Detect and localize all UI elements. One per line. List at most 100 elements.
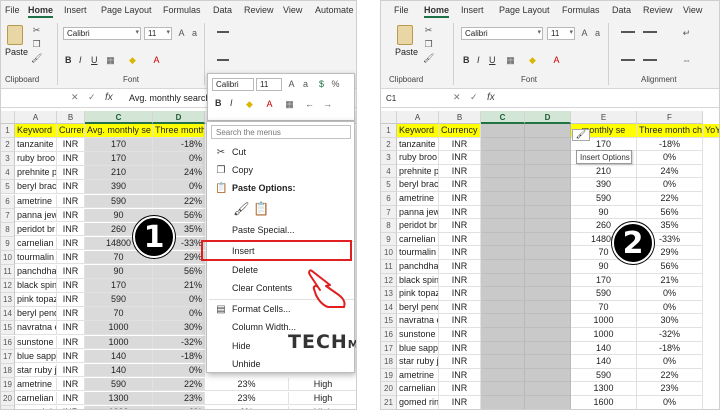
row-header[interactable]: 5 — [381, 178, 397, 192]
menu-item-copy[interactable]: ❐ Copy — [209, 162, 354, 179]
menu-item-cut[interactable]: ✂ Cut — [209, 144, 354, 161]
currency-cell[interactable]: INR — [57, 377, 85, 392]
keyword-cell[interactable]: ametrine — [15, 377, 57, 392]
inserted-blank-cell[interactable] — [481, 328, 525, 342]
row-header[interactable]: 7 — [1, 208, 15, 223]
fill-color-icon[interactable]: ◆ — [527, 55, 538, 66]
inserted-blank-cell[interactable] — [481, 164, 525, 179]
row-header[interactable]: 3 — [381, 151, 397, 165]
column-header-d[interactable]: D — [153, 111, 205, 124]
increase-font-icon[interactable]: A — [286, 79, 297, 90]
currency-cell[interactable]: INR — [439, 178, 481, 192]
tab-view[interactable]: View — [683, 5, 702, 15]
inserted-blank-cell[interactable] — [525, 219, 571, 233]
tab-view[interactable]: View — [283, 5, 302, 15]
cut-icon[interactable]: ✂ — [31, 25, 42, 36]
three-month-cell[interactable]: 21% — [153, 279, 205, 293]
font-color-icon[interactable]: A — [551, 55, 562, 66]
inserted-blank-cell[interactable] — [481, 382, 525, 396]
inserted-blank-cell[interactable] — [481, 205, 525, 220]
three-month-cell[interactable]: -32% — [153, 335, 205, 349]
align-left-icon[interactable] — [217, 59, 229, 61]
row-header[interactable]: 21 — [381, 396, 397, 409]
paste-clipboard-icon[interactable]: 📋 — [253, 202, 269, 215]
avg-monthly-cell[interactable]: 590 — [85, 194, 153, 208]
keyword-cell[interactable]: ruby broo — [397, 151, 439, 165]
keyword-cell[interactable]: tourmalin — [15, 250, 57, 265]
keyword-cell[interactable]: ametrine — [15, 194, 57, 208]
inserted-blank-cell[interactable] — [481, 232, 525, 247]
avg-monthly-cell[interactable]: 1300 — [85, 391, 153, 406]
column-header-f[interactable]: F — [637, 111, 703, 124]
three-month-cell[interactable]: 0% — [153, 363, 205, 378]
bold-button[interactable]: B — [463, 55, 470, 65]
tab-formulas[interactable]: Formulas — [562, 5, 600, 15]
merge-icon[interactable]: ⇔ — [681, 55, 692, 66]
column-header-c[interactable]: C — [481, 111, 525, 124]
three-month-cell[interactable]: 21% — [637, 273, 703, 288]
three-month-cell[interactable]: 22% — [153, 194, 205, 208]
row-header[interactable]: 17 — [1, 349, 15, 364]
format-painter-icon[interactable]: 🖌 — [423, 53, 434, 64]
decrease-font-icon[interactable]: a — [300, 79, 311, 90]
inserted-blank-cell[interactable] — [481, 287, 525, 301]
three-month-cell[interactable]: -18% — [153, 349, 205, 364]
three-month-cell[interactable]: 22% — [637, 192, 703, 206]
row-header[interactable]: 10 — [1, 250, 15, 265]
copy-icon[interactable]: ❐ — [31, 39, 42, 50]
mini-bold-button[interactable]: B — [215, 98, 222, 108]
header-cell[interactable]: Three month ch — [637, 124, 703, 138]
currency-cell[interactable]: INR — [439, 368, 481, 383]
currency-cell[interactable]: INR — [439, 396, 481, 409]
avg-monthly-cell[interactable]: 590 — [85, 377, 153, 392]
keyword-cell[interactable]: beryl brac — [15, 180, 57, 194]
paste-button[interactable]: Paste — [395, 25, 418, 63]
avg-monthly-cell[interactable]: 210 — [85, 166, 153, 180]
decimal-icon[interactable]: → — [322, 99, 333, 110]
row-header[interactable]: 14 — [1, 307, 15, 322]
row-header[interactable]: 17 — [381, 341, 397, 356]
three-month-cell[interactable]: 22% — [153, 377, 205, 392]
row-header[interactable]: 14 — [381, 300, 397, 315]
inserted-blank-cell[interactable] — [481, 314, 525, 328]
font-color-icon[interactable]: A — [264, 99, 275, 110]
row-header[interactable]: 19 — [1, 377, 15, 392]
avg-monthly-cell[interactable]: 140 — [85, 349, 153, 364]
row-header[interactable]: 21 — [1, 406, 15, 409]
bold-button[interactable]: B — [65, 55, 72, 65]
row-header[interactable]: 6 — [1, 194, 15, 209]
percent-icon[interactable]: % — [330, 79, 341, 90]
avg-monthly-cell[interactable]: 1600 — [571, 396, 637, 409]
keyword-cell[interactable]: star ruby j — [15, 363, 57, 378]
tab-automate[interactable]: Automate — [315, 5, 354, 15]
currency-cell[interactable]: INR — [57, 279, 85, 293]
currency-cell[interactable]: INR — [439, 151, 481, 165]
menu-search-input[interactable]: Search the menus — [211, 125, 351, 139]
tab-home[interactable]: Home — [28, 5, 54, 18]
column-header-a[interactable]: A — [15, 111, 57, 124]
inserted-blank-cell[interactable] — [525, 341, 571, 356]
row-header[interactable]: 12 — [1, 279, 15, 294]
inserted-blank-cell[interactable] — [481, 355, 525, 369]
paste-brush-icon[interactable]: 🖌 — [233, 202, 250, 215]
currency-cell[interactable]: INR — [57, 222, 85, 237]
inserted-blank-cell[interactable] — [525, 355, 571, 369]
row-header[interactable]: 7 — [381, 205, 397, 220]
name-box[interactable] — [3, 93, 55, 105]
increase-font-icon[interactable]: A — [176, 28, 187, 39]
currency-cell[interactable]: INR — [57, 335, 85, 349]
three-month-cell[interactable]: 23% — [153, 391, 205, 406]
currency-cell[interactable]: INR — [57, 152, 85, 166]
avg-monthly-cell[interactable]: 140 — [85, 363, 153, 378]
three-month-cell[interactable]: 56% — [153, 265, 205, 279]
copy-icon[interactable]: ❐ — [423, 39, 434, 50]
keyword-cell[interactable]: pink topaz — [397, 287, 439, 301]
three-month-cell[interactable]: 30% — [153, 321, 205, 335]
borders-icon[interactable]: ▦ — [105, 55, 116, 66]
inserted-blank-cell[interactable] — [481, 151, 525, 165]
row-header[interactable]: 10 — [381, 246, 397, 260]
three-month-cell[interactable]: 0% — [153, 307, 205, 321]
select-all-corner[interactable] — [381, 111, 397, 124]
tab-insert[interactable]: Insert — [461, 5, 484, 15]
keyword-cell[interactable]: tanzanite — [397, 137, 439, 152]
